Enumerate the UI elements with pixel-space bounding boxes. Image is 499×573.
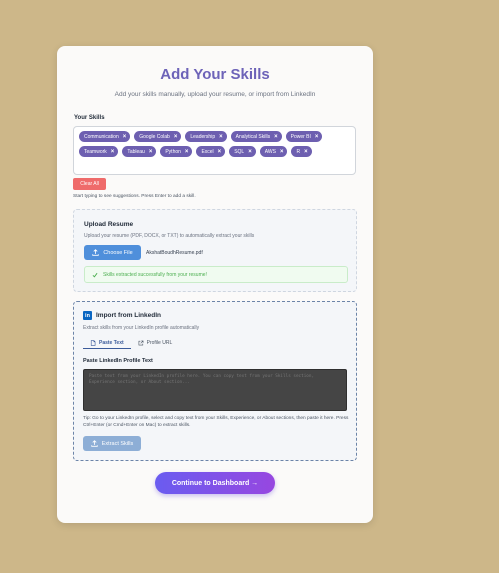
- skill-chip-label: Python: [165, 148, 181, 155]
- skill-chip-label: Teamwork: [84, 148, 107, 155]
- upload-icon: [91, 440, 98, 447]
- check-icon: [92, 272, 98, 277]
- remove-skill-icon[interactable]: ×: [315, 134, 319, 140]
- tab-paste-text[interactable]: Paste Text: [83, 337, 131, 349]
- skills-card: Add Your Skills Add your skills manually…: [57, 46, 373, 523]
- choose-file-button[interactable]: Choose File: [84, 245, 141, 260]
- skill-chip-label: Analytical Skills: [235, 133, 271, 140]
- extract-skills-button[interactable]: Extract Skills: [83, 436, 141, 451]
- remove-skill-icon[interactable]: ×: [123, 134, 127, 140]
- remove-skill-icon[interactable]: ×: [248, 149, 252, 155]
- skill-chip-label: Google Colab: [139, 133, 170, 140]
- skill-chip: Analytical Skills ×: [230, 131, 282, 142]
- skill-chip: Excel ×: [196, 146, 226, 157]
- skill-chip: Tableau ×: [122, 146, 157, 157]
- skill-chip: Google Colab ×: [134, 131, 182, 142]
- tab-profile-url-label: Profile URL: [146, 340, 173, 346]
- skill-chip-label: Communication: [84, 133, 119, 140]
- linkedin-tip: Tip: Go to your LinkedIn profile, select…: [83, 416, 349, 428]
- linkedin-description: Extract skills from your LinkedIn profil…: [83, 325, 200, 331]
- skills-input-box[interactable]: Communication × Google Colab × Leadership × An…: [73, 126, 356, 175]
- linkedin-text-input[interactable]: [83, 369, 347, 411]
- skills-hint: Start typing to see suggestions. Press E…: [73, 194, 196, 199]
- skill-chip: Python ×: [160, 146, 193, 157]
- upload-title: Upload Resume: [84, 221, 134, 228]
- skill-chip: Leadership ×: [185, 131, 227, 142]
- external-link-icon: [138, 340, 144, 346]
- upload-icon: [92, 249, 100, 256]
- choose-file-label: Choose File: [103, 249, 133, 256]
- skill-chip: SQL ×: [229, 146, 256, 157]
- tab-paste-text-label: Paste Text: [99, 339, 124, 346]
- skill-chip-label: R: [296, 148, 301, 155]
- remove-skill-icon[interactable]: ×: [185, 149, 189, 155]
- clear-all-button[interactable]: Clear All: [73, 178, 106, 190]
- skill-chip-label: Excel: [201, 148, 214, 155]
- success-text: Skills extracted successfully from your …: [103, 271, 207, 278]
- linkedin-header: in Import from LinkedIn: [83, 311, 161, 320]
- skill-chip-label: Tableau: [127, 148, 145, 155]
- skill-chip: Power BI ×: [285, 131, 323, 142]
- page-title: Add Your Skills: [160, 66, 270, 83]
- remove-skill-icon[interactable]: ×: [111, 149, 115, 155]
- skill-chip: AWS ×: [259, 146, 288, 157]
- remove-skill-icon[interactable]: ×: [274, 134, 278, 140]
- remove-skill-icon[interactable]: ×: [149, 149, 153, 155]
- remove-skill-icon[interactable]: ×: [304, 149, 308, 155]
- skill-chip: R ×: [291, 146, 312, 157]
- skill-chip: Communication ×: [79, 131, 131, 142]
- tab-profile-url[interactable]: Profile URL: [131, 337, 180, 349]
- page-subtitle: Add your skills manually, upload your re…: [114, 91, 316, 98]
- skills-label: Your Skills: [74, 115, 105, 121]
- document-icon: [90, 339, 96, 346]
- success-message: Skills extracted successfully from your …: [84, 266, 348, 283]
- paste-label: Paste LinkedIn Profile Text: [83, 358, 153, 364]
- remove-skill-icon[interactable]: ×: [280, 149, 284, 155]
- extract-skills-label: Extract Skills: [101, 440, 134, 447]
- continue-to-dashboard-button[interactable]: Continue to Dashboard →: [155, 472, 275, 494]
- remove-skill-icon[interactable]: ×: [174, 134, 178, 140]
- upload-description: Upload your resume (PDF, DOCX, or TXT) t…: [84, 233, 255, 239]
- selected-file-name: AkshatBoudhResume.pdf: [146, 250, 203, 256]
- skill-chip-label: Power BI: [290, 133, 311, 140]
- skill-chip: Teamwork ×: [79, 146, 119, 157]
- skill-chip-label: SQL: [234, 148, 245, 155]
- linkedin-title: Import from LinkedIn: [96, 312, 161, 319]
- remove-skill-icon[interactable]: ×: [219, 134, 223, 140]
- skill-chip-label: Leadership: [190, 133, 216, 140]
- upload-resume-section: Upload Resume Upload your resume (PDF, D…: [73, 209, 357, 292]
- skill-chip-label: AWS: [264, 148, 276, 155]
- linkedin-icon: in: [83, 311, 92, 320]
- linkedin-import-section: in Import from LinkedIn Extract skills f…: [73, 301, 357, 461]
- linkedin-tabs: Paste Text Profile URL: [83, 337, 179, 349]
- remove-skill-icon[interactable]: ×: [218, 149, 222, 155]
